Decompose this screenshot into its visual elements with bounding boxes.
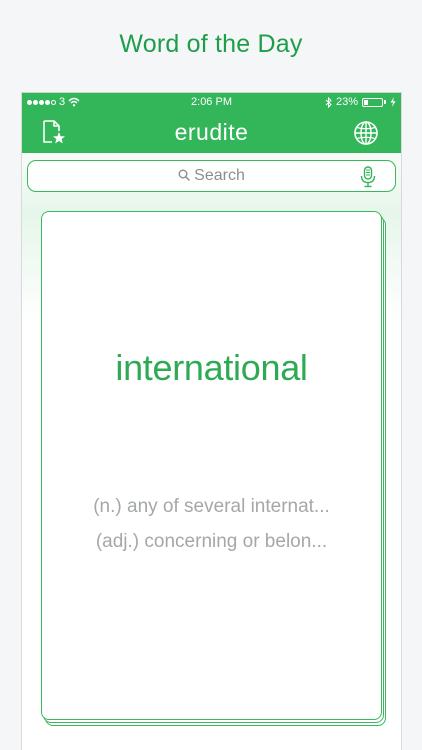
- globe-icon[interactable]: [353, 120, 379, 146]
- app-logo: erudite: [174, 119, 249, 145]
- status-right: 23%: [325, 96, 396, 108]
- charging-bolt-icon: [390, 97, 396, 107]
- search-bar[interactable]: Search: [27, 160, 396, 192]
- battery-tip: [384, 100, 386, 104]
- phone-screen: 3 2:06 PM 23% erudite Search internation…: [21, 92, 402, 750]
- battery-percent: 23%: [335, 96, 358, 108]
- bluetooth-icon: [325, 96, 332, 108]
- definition-line: (n.) any of several internat...: [93, 496, 330, 517]
- word-card-stack[interactable]: international (n.) any of several intern…: [39, 211, 388, 726]
- word-card[interactable]: international (n.) any of several intern…: [41, 211, 382, 720]
- search-icon: [178, 169, 190, 181]
- search-input[interactable]: Search: [194, 167, 245, 184]
- word-title: international: [115, 347, 308, 388]
- status-bar: 3 2:06 PM 23%: [22, 93, 401, 113]
- definition-line: (adj.) concerning or belon...: [95, 531, 328, 552]
- microphone-icon[interactable]: [359, 166, 377, 188]
- main-content: Search international (n.) any of several…: [22, 153, 401, 750]
- app-store-screenshot: Word of the Day 3 2:06 PM 23% erudite Se…: [0, 0, 422, 750]
- battery-level: [364, 99, 368, 105]
- search-placeholder-row[interactable]: Search: [28, 167, 395, 185]
- promo-title: Word of the Day: [119, 30, 303, 58]
- battery-icon: [362, 97, 383, 107]
- navigation-bar: erudite: [22, 113, 401, 153]
